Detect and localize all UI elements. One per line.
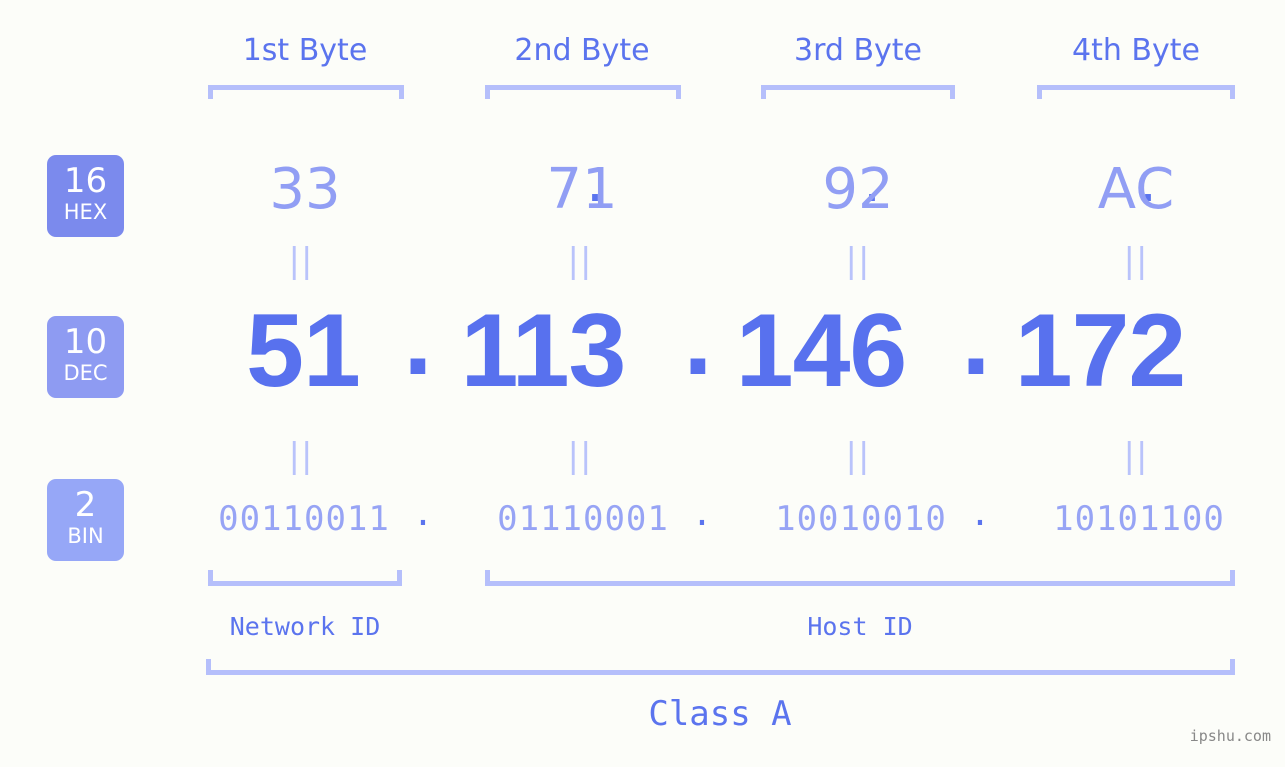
hex-byte-2: 71	[546, 157, 618, 222]
bin-byte-2: 01110001	[497, 499, 669, 539]
dec-row: 51 . 113 . 146 . 172	[160, 287, 1260, 409]
byte-bracket-3	[761, 85, 955, 99]
bin-byte-1: 00110011	[218, 499, 390, 539]
equals-hex-dec-3: ||	[845, 241, 871, 281]
byte-header-2: 2nd Byte	[514, 33, 650, 68]
equals-dec-bin-2: ||	[567, 436, 593, 476]
base-badge-bin-name: BIN	[67, 524, 104, 548]
base-badge-hex-number: 16	[63, 161, 108, 201]
base-badge-hex: 16 HEX	[47, 155, 124, 237]
bin-separator-3: .	[969, 494, 991, 534]
equals-hex-dec-1: ||	[288, 241, 314, 281]
equals-hex-dec-2: ||	[567, 241, 593, 281]
base-badge-bin: 2 BIN	[47, 479, 124, 561]
bin-byte-3: 10010010	[775, 499, 947, 539]
base-badge-dec-name: DEC	[63, 361, 108, 385]
base-badge-hex-name: HEX	[63, 200, 108, 224]
class-bracket	[206, 659, 1235, 675]
equals-hex-dec-4: ||	[1123, 241, 1149, 281]
byte-header-1: 1st Byte	[242, 33, 368, 68]
dec-byte-3: 146	[735, 293, 908, 409]
network-id-label: Network ID	[229, 612, 381, 641]
ip-address-breakdown-diagram: 1st Byte 2nd Byte 3rd Byte 4th Byte 16 H…	[0, 0, 1285, 767]
hex-byte-4: AC	[1097, 157, 1175, 222]
hex-byte-1: 33	[269, 157, 341, 222]
dec-byte-2: 113	[460, 293, 627, 409]
network-id-bracket	[208, 570, 402, 586]
byte-header-4: 4th Byte	[1072, 33, 1200, 68]
site-watermark: ipshu.com	[1189, 727, 1271, 745]
dec-byte-1: 51	[246, 293, 361, 409]
bin-separator-1: .	[412, 494, 434, 534]
bin-byte-4: 10101100	[1053, 499, 1225, 539]
equals-dec-bin-4: ||	[1123, 436, 1149, 476]
hex-row: 33 . 71 . 92 . AC	[160, 152, 1260, 228]
class-label: Class A	[648, 694, 792, 734]
dec-byte-4: 172	[1014, 293, 1187, 409]
base-badge-dec-number: 10	[63, 322, 108, 362]
bin-separator-2: .	[691, 494, 713, 534]
base-badge-bin-number: 2	[74, 485, 97, 525]
base-badge-dec: 10 DEC	[47, 316, 124, 398]
bin-row: 00110011 . 01110001 . 10010010 . 1010110…	[160, 494, 1260, 544]
byte-bracket-1	[208, 85, 404, 99]
host-id-bracket	[485, 570, 1235, 586]
hex-byte-3: 92	[822, 157, 894, 222]
byte-bracket-2	[485, 85, 681, 99]
byte-header-3: 3rd Byte	[793, 33, 923, 68]
host-id-label: Host ID	[807, 612, 913, 641]
equals-dec-bin-1: ||	[288, 436, 314, 476]
byte-bracket-4	[1037, 85, 1235, 99]
equals-dec-bin-3: ||	[845, 436, 871, 476]
